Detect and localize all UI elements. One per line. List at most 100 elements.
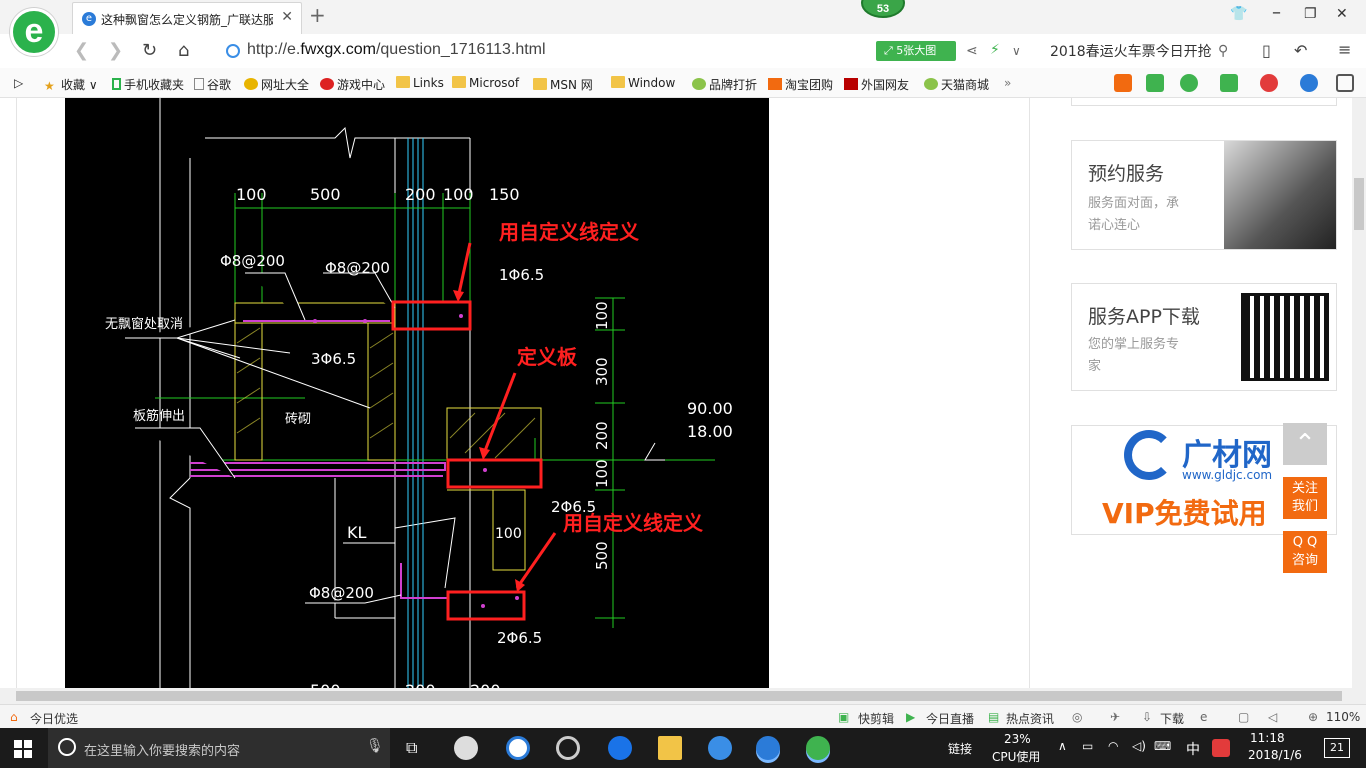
apps-grid-icon[interactable]	[1336, 74, 1354, 92]
horizontal-scrollbar[interactable]	[0, 688, 1366, 704]
cortana-icon	[58, 738, 76, 756]
wifi-icon[interactable]: ◠	[1108, 739, 1118, 753]
navigation-bar: ❮ ❯ ↻ ⌂ http://e.fwxgx.com/question_1716…	[0, 34, 1366, 68]
ie-app-icon[interactable]	[506, 736, 530, 760]
glodon-app-icon[interactable]	[756, 736, 780, 760]
keyboard-icon[interactable]: ⌨	[1154, 739, 1171, 753]
home-icon[interactable]: ⌂	[178, 40, 189, 61]
task-view-icon[interactable]: ⧉	[406, 738, 417, 758]
big-image-button[interactable]: ⤢ 5张大图	[876, 41, 956, 61]
link-label[interactable]: 链接	[948, 740, 972, 757]
microphone-icon[interactable]: 🎙	[366, 738, 384, 754]
browser-app-icon[interactable]	[806, 736, 830, 760]
zoom-level[interactable]: 110%	[1326, 710, 1360, 724]
bookmark-item[interactable]: 淘宝团购	[768, 76, 833, 93]
restore-icon[interactable]: ❐	[1304, 6, 1317, 22]
discount-icon[interactable]	[1114, 74, 1132, 92]
mute-icon[interactable]: ◁	[1268, 710, 1277, 724]
sidebar-toggle-icon[interactable]: ▷	[14, 76, 23, 90]
bookmark-folder[interactable]: MSN 网	[533, 76, 593, 93]
file-explorer-icon[interactable]	[658, 736, 682, 760]
more-bookmarks-icon[interactable]: »	[1004, 76, 1011, 90]
kuaijianji-link[interactable]: 快剪辑	[858, 710, 894, 727]
ie-icon[interactable]	[708, 736, 732, 760]
bookmark-item[interactable]: 网址大全	[244, 76, 309, 93]
bookmark-folder[interactable]: Microsof	[452, 76, 519, 90]
shield-icon[interactable]	[1180, 74, 1198, 92]
search-icon[interactable]: ⚲	[1218, 43, 1228, 59]
magnifier-icon[interactable]	[1300, 74, 1318, 92]
edge-icon[interactable]	[608, 736, 632, 760]
menu-icon[interactable]: ≡	[1338, 40, 1351, 59]
bookmark-item[interactable]: 品牌打折	[692, 76, 757, 93]
annotation-label: 用自定义线定义	[499, 220, 639, 244]
reader-icon[interactable]	[1146, 74, 1164, 92]
address-field[interactable]: http://e.fwxgx.com/question_1716113.html	[247, 41, 546, 59]
chevron-up-icon[interactable]: ∧	[1058, 739, 1067, 753]
undo-icon[interactable]: ↶	[1294, 41, 1307, 60]
speed-icon[interactable]: ◎	[1072, 710, 1082, 724]
ime-indicator[interactable]: 中	[1186, 739, 1200, 759]
chevron-down-icon[interactable]: ∨	[1012, 44, 1021, 58]
shirt-icon[interactable]: 👕	[1230, 6, 1247, 22]
clock-time[interactable]: 11:18	[1250, 731, 1285, 745]
sogou-icon[interactable]	[1212, 739, 1230, 757]
ie-icon[interactable]: e	[1200, 710, 1207, 724]
pinwheel-app-icon[interactable]	[454, 736, 478, 760]
edit-icon: ▣	[838, 710, 850, 724]
news-link[interactable]: 热点资讯	[1006, 710, 1054, 727]
dim-label: 200	[470, 681, 501, 688]
share-icon[interactable]: ⋖	[966, 43, 978, 59]
service-card[interactable]: 预约服务 服务面对面，承 诺心连心	[1071, 140, 1337, 250]
window-icon[interactable]: ▢	[1238, 710, 1249, 724]
forward-icon[interactable]: ❯	[108, 40, 123, 61]
clock-date[interactable]: 2018/1/6	[1248, 748, 1302, 762]
floating-buttons: ⌃ 关注 我们 Q Q 咨询	[1283, 423, 1327, 573]
vertical-scrollbar[interactable]	[1352, 98, 1366, 688]
bookmark-item[interactable]: 游戏中心	[320, 76, 385, 93]
windows-start-icon[interactable]	[14, 740, 32, 758]
browser-logo-icon[interactable]: e	[10, 8, 58, 56]
refresh-app-icon[interactable]	[556, 736, 580, 760]
note-label: 无飘窗处取消	[105, 316, 183, 332]
bookmark-folder[interactable]: Links	[396, 76, 444, 90]
pin-icon[interactable]: ✈	[1110, 710, 1120, 724]
bookmark-folder[interactable]: Window	[611, 76, 675, 90]
taskbar-search-placeholder: 在这里输入你要搜索的内容	[84, 744, 241, 759]
new-tab-button[interactable]: +	[309, 3, 326, 27]
dim-label: 500	[310, 185, 341, 204]
zoom-icon[interactable]: ⊕	[1308, 710, 1318, 724]
phone-icon[interactable]: ▯	[1262, 41, 1271, 60]
reload-icon[interactable]: ↻	[142, 40, 157, 61]
notification-badge[interactable]: 53	[861, 0, 905, 18]
bookmark-item[interactable]: ★ 收藏 ∨	[44, 76, 98, 93]
follow-us-button[interactable]: 关注 我们	[1283, 477, 1327, 519]
app-card[interactable]: 服务APP下载 您的掌上服务专家	[1071, 283, 1337, 391]
live-link[interactable]: 今日直播	[926, 710, 974, 727]
dim-label: 200	[405, 681, 436, 688]
bookmark-item[interactable]: 外国网友	[844, 76, 909, 93]
tab-current[interactable]: e 这种飘窗怎么定义钢筋_广联达服 ✕	[72, 2, 302, 34]
translate-icon[interactable]	[1220, 74, 1238, 92]
search-input[interactable]: 2018春运火车票今日开抢	[1050, 41, 1232, 61]
battery-icon[interactable]: ▭	[1082, 739, 1093, 753]
volume-icon[interactable]: ◁)	[1132, 739, 1146, 753]
qq-consult-button[interactable]: Q Q 咨询	[1283, 531, 1327, 573]
notification-center-icon[interactable]: 21	[1324, 738, 1350, 758]
scroll-thumb[interactable]	[1354, 178, 1364, 230]
scroll-thumb[interactable]	[16, 691, 1342, 701]
tab-title: 这种飘窗怎么定义钢筋_广联达服	[101, 13, 273, 27]
bookmark-item[interactable]: 谷歌	[194, 76, 231, 93]
today-picks-link[interactable]: 今日优选	[30, 710, 78, 727]
close-window-icon[interactable]: ✕	[1336, 6, 1348, 22]
scissors-icon[interactable]	[1260, 74, 1278, 92]
lightning-icon[interactable]: ⚡	[990, 42, 1000, 58]
taskbar-search[interactable]: 在这里输入你要搜索的内容 🎙	[48, 728, 390, 768]
back-icon[interactable]: ❮	[74, 40, 89, 61]
tab-close-icon[interactable]: ✕	[281, 9, 293, 25]
bookmark-item[interactable]: 天猫商城	[924, 76, 989, 93]
minimize-icon[interactable]: –	[1272, 2, 1281, 23]
back-to-top-icon[interactable]: ⌃	[1283, 423, 1327, 465]
download-link[interactable]: 下载	[1160, 710, 1184, 727]
bookmark-item[interactable]: 手机收藏夹	[112, 76, 184, 93]
